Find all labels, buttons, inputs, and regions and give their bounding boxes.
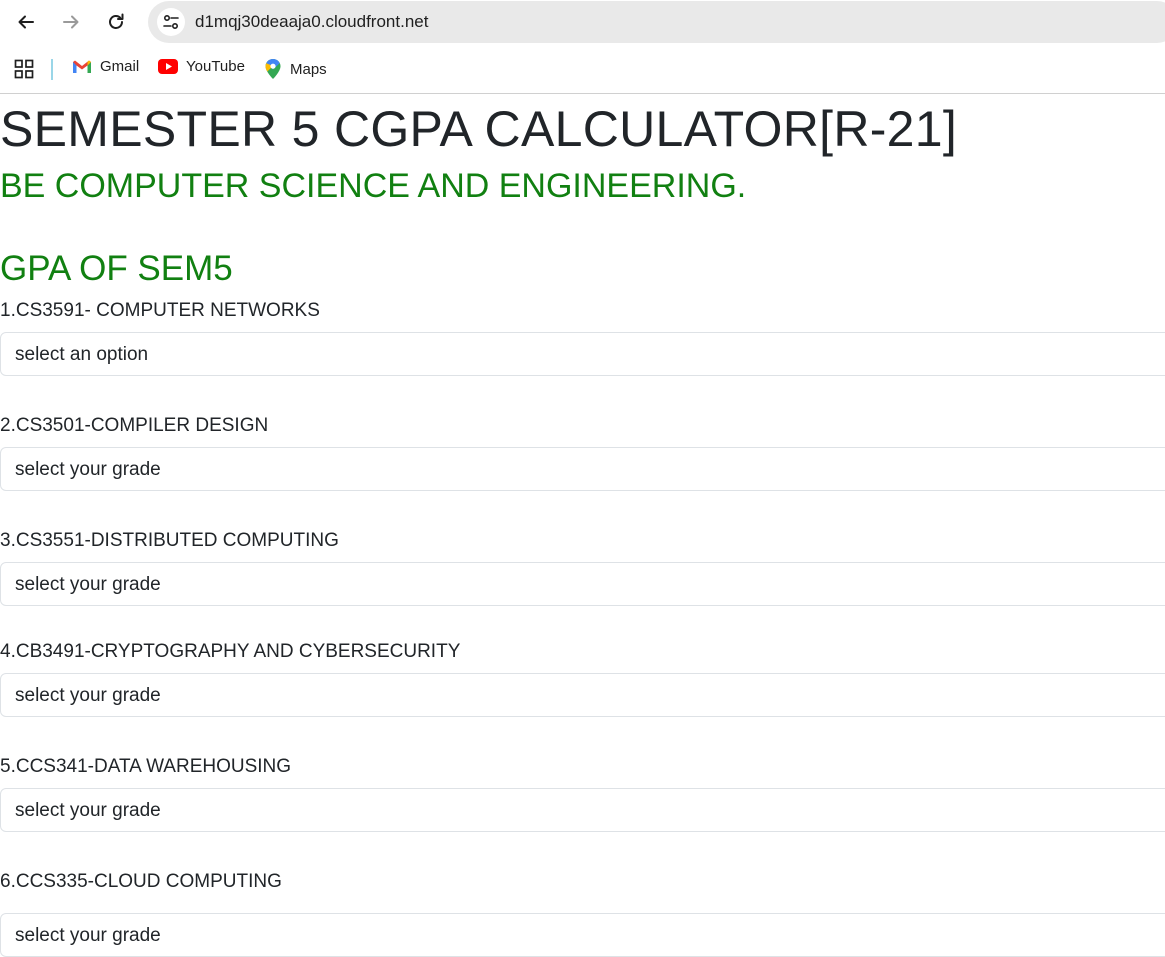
course-grade-select-3[interactable]: select your grade xyxy=(0,562,1165,606)
apps-button[interactable] xyxy=(14,59,42,79)
browser-toolbar: d1mqj30deaaja0.cloudfront.net xyxy=(0,0,1165,46)
course-grade-select-1[interactable]: select an option xyxy=(0,332,1165,376)
maps-icon xyxy=(265,59,281,79)
bookmarks-separator xyxy=(51,59,53,80)
bookmark-youtube[interactable]: YouTube xyxy=(158,58,245,75)
arrow-right-icon xyxy=(63,15,79,29)
bookmark-youtube-label: YouTube xyxy=(186,58,245,75)
page-title: SEMESTER 5 CGPA CALCULATOR[R-21] xyxy=(0,101,958,157)
course-label-2: 2.CS3501-COMPILER DESIGN xyxy=(0,415,269,436)
select-placeholder: select your grade xyxy=(15,574,161,595)
forward-button[interactable] xyxy=(57,8,85,36)
bookmark-gmail[interactable]: Gmail xyxy=(72,58,139,75)
bookmark-maps[interactable]: Maps xyxy=(264,58,327,80)
reload-icon xyxy=(109,13,124,29)
bookmark-maps-label: Maps xyxy=(290,60,327,78)
course-grade-select-5[interactable]: select your grade xyxy=(0,788,1165,832)
course-label-5: 5.CCS341-DATA WAREHOUSING xyxy=(0,756,292,777)
bookmarks-bar: Gmail YouTube Maps xyxy=(0,46,1165,94)
select-placeholder: select your grade xyxy=(15,800,161,821)
address-bar[interactable]: d1mqj30deaaja0.cloudfront.net xyxy=(148,1,1165,43)
select-placeholder: select your grade xyxy=(15,685,161,706)
site-info-button[interactable] xyxy=(157,8,185,36)
select-placeholder: select an option xyxy=(15,344,149,365)
url-text: d1mqj30deaaja0.cloudfront.net xyxy=(195,12,429,31)
course-label-3: 3.CS3551-DISTRIBUTED COMPUTING xyxy=(0,530,339,551)
course-grade-select-2[interactable]: select your grade xyxy=(0,447,1165,491)
section-heading: GPA OF SEM5 xyxy=(0,249,233,288)
reload-button[interactable] xyxy=(102,8,130,36)
tune-icon xyxy=(163,14,179,30)
apps-grid-icon xyxy=(14,59,34,79)
course-label-1: 1.CS3591- COMPUTER NETWORKS xyxy=(0,300,320,321)
back-button[interactable] xyxy=(12,8,40,36)
page-subtitle: BE COMPUTER SCIENCE AND ENGINEERING. xyxy=(0,167,747,205)
select-placeholder: select your grade xyxy=(15,925,161,946)
select-placeholder: select your grade xyxy=(15,459,161,480)
course-label-4: 4.CB3491-CRYPTOGRAPHY AND CYBERSECURITY xyxy=(0,641,461,662)
course-grade-select-6[interactable]: select your grade xyxy=(0,913,1165,957)
gmail-icon xyxy=(73,60,91,73)
arrow-left-icon xyxy=(18,15,34,29)
youtube-icon xyxy=(158,59,178,74)
bookmark-gmail-label: Gmail xyxy=(100,58,140,75)
course-grade-select-4[interactable]: select your grade xyxy=(0,673,1165,717)
course-label-6: 6.CCS335-CLOUD COMPUTING xyxy=(0,871,282,892)
